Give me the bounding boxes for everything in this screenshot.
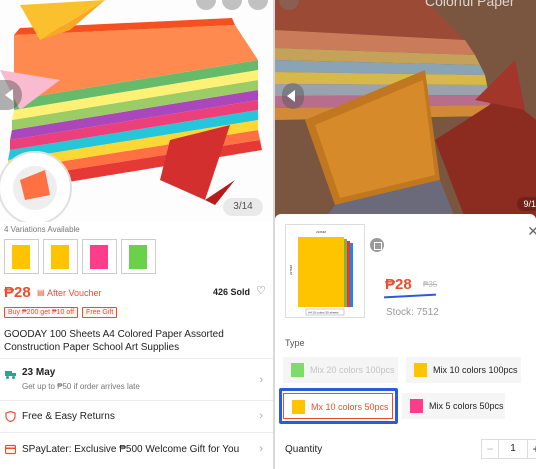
image-counter: 9/1 (517, 197, 536, 211)
voucher-tag-icon: ▤ (37, 288, 45, 297)
variations-label: 4 Variations Available (4, 225, 80, 234)
variation-thumb[interactable] (121, 239, 156, 274)
svg-text:297MM: 297MM (289, 264, 293, 275)
divider (0, 400, 273, 401)
variation-sheet-panel: Colorful Paper 9/1 ✕ 210MM 297MM A4 10 c… (275, 0, 536, 469)
colored-paper-image (0, 0, 262, 222)
shield-icon (5, 411, 16, 422)
svg-text:A4 10 colors 50 sheets: A4 10 colors 50 sheets (308, 311, 339, 315)
type-label: Type (285, 338, 305, 348)
image-overlay-title: Colorful Paper (425, 0, 515, 9)
product-image-dimmed: Colorful Paper 9/1 (275, 0, 536, 218)
type-option[interactable]: Mix 10 colors 100pcs (406, 357, 521, 383)
variation-thumbnails (4, 239, 156, 274)
chevron-right-icon: › (259, 374, 263, 386)
stock-count: Stock: 7512 (386, 307, 439, 318)
spaylater-icon (5, 444, 16, 455)
variation-thumb[interactable] (82, 239, 117, 274)
color-swatch (292, 400, 305, 414)
color-swatch (291, 363, 304, 377)
product-detail-panel: 3/14 4 Variations Available ₱28 ▤ After … (0, 0, 273, 469)
returns-label: Free & Easy Returns (22, 411, 115, 422)
quantity-label: Quantity (285, 444, 323, 455)
paper-stack-preview: 210MM 297MM A4 10 colors 50 sheets (289, 230, 353, 316)
price-row: ₱28 ▤ After Voucher 426 Sold ♡ (4, 284, 270, 301)
chevron-right-icon: › (259, 410, 263, 422)
colored-paper-closeup-image (275, 0, 536, 218)
color-swatch (414, 363, 427, 377)
voucher-badge[interactable]: Free Gift (82, 307, 118, 318)
product-title: GOODAY 100 Sheets A4 Colored Paper Assor… (4, 329, 224, 353)
sheet-price: ₱28 (385, 276, 412, 293)
quantity-input[interactable]: 1 (499, 439, 527, 459)
zoom-icon[interactable] (370, 238, 384, 252)
quantity-increment-button[interactable]: + (527, 439, 536, 459)
price: ₱28 (4, 284, 31, 301)
screenshot-root: 3/14 4 Variations Available ₱28 ▤ After … (0, 0, 536, 469)
truck-icon (5, 371, 16, 379)
type-option-selected[interactable]: Mx 10 colors 50pcs (283, 393, 393, 419)
delivery-date: 23 May (22, 367, 56, 378)
original-price: ₱35 (423, 280, 438, 289)
divider (0, 358, 273, 359)
sold-count: 426 Sold (212, 287, 250, 297)
variation-thumb[interactable] (4, 239, 39, 274)
heart-icon[interactable]: ♡ (256, 285, 268, 297)
delivery-guarantee: Get up to ₱50 if order arrives late (22, 382, 140, 391)
voucher-list: Buy ₱200 get ₱10 off Free Gift (4, 307, 118, 318)
product-image-carousel[interactable]: 3/14 (0, 0, 273, 222)
type-option[interactable]: Mix 5 colors 50pcs (402, 393, 505, 419)
variation-bottom-sheet: ✕ 210MM 297MM A4 10 colors 50 sheets ₱28… (275, 214, 536, 469)
spaylater-label: SPayLater: Exclusive ₱500 Welcome Gift f… (22, 444, 240, 455)
color-swatch (410, 399, 423, 413)
quantity-decrement-button[interactable]: − (481, 439, 499, 459)
price-underline-annotation (383, 293, 437, 299)
svg-text:210MM: 210MM (316, 230, 327, 234)
play-video-button[interactable] (282, 83, 304, 109)
after-voucher-label: After Voucher (47, 288, 102, 298)
type-option[interactable]: Mix 20 colors 100pcs (283, 357, 398, 383)
selected-variation-image[interactable]: 210MM 297MM A4 10 colors 50 sheets (285, 224, 384, 318)
close-icon[interactable]: ✕ (527, 223, 536, 240)
variation-thumb[interactable] (43, 239, 78, 274)
voucher-badge[interactable]: Buy ₱200 get ₱10 off (4, 307, 79, 318)
image-counter: 3/14 (223, 198, 263, 216)
divider (0, 432, 273, 433)
chevron-right-icon: › (259, 443, 263, 455)
